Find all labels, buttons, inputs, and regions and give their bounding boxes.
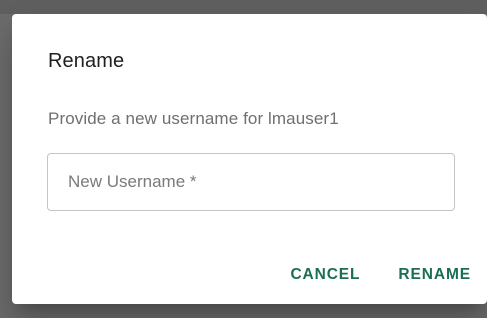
- new-username-field[interactable]: [47, 153, 455, 211]
- modal-backdrop: [0, 0, 487, 14]
- modal-backdrop-edge: [0, 14, 12, 318]
- rename-dialog: Rename Provide a new username for lmause…: [12, 14, 487, 304]
- dialog-title: Rename: [48, 50, 125, 72]
- dialog-actions: CANCEL RENAME: [290, 266, 471, 284]
- new-username-input[interactable]: [68, 172, 454, 192]
- dialog-description: Provide a new username for lmauser1: [48, 109, 339, 128]
- rename-button[interactable]: RENAME: [398, 266, 471, 284]
- cancel-button[interactable]: CANCEL: [290, 266, 360, 284]
